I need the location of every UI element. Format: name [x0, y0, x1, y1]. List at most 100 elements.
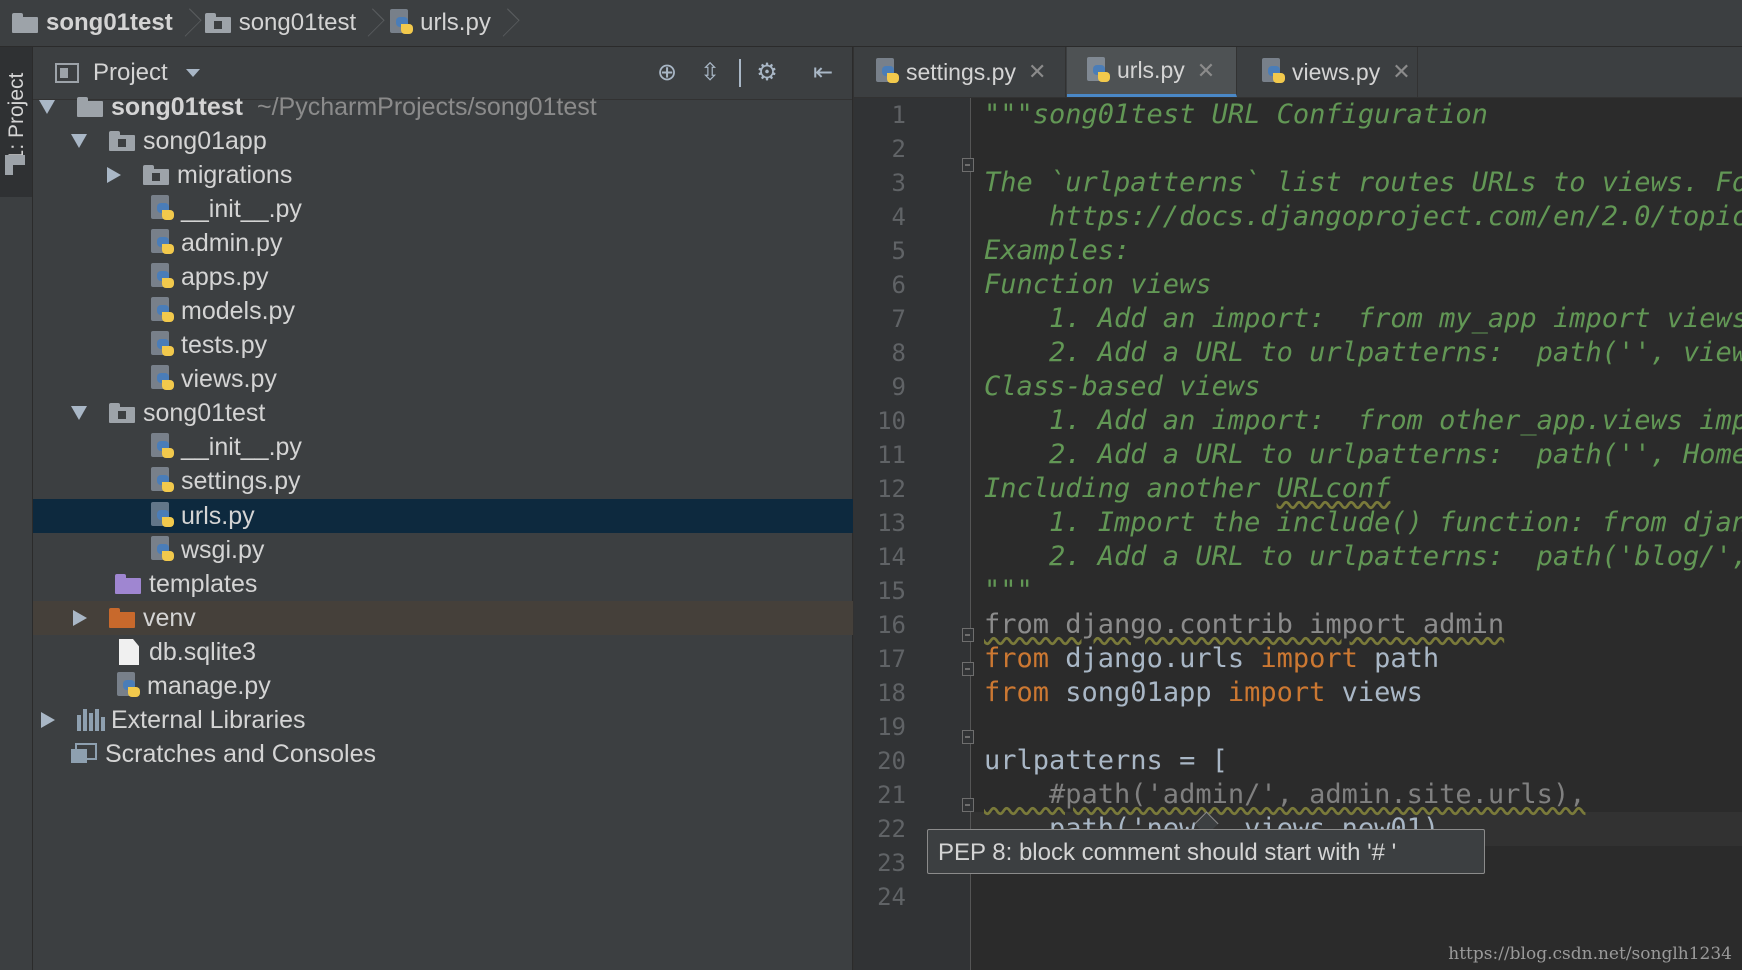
tree-item-project-root[interactable]: song01test ~/PycharmProjects/song01test — [33, 90, 858, 124]
code-line[interactable]: """ — [984, 574, 1033, 608]
python-file-icon — [149, 229, 175, 257]
tab-settings-py[interactable]: settings.py ✕ — [854, 47, 1066, 97]
tree-item-label: views.py — [181, 364, 277, 393]
tree-item-file[interactable]: db.sqlite3 — [33, 635, 938, 669]
tree-item-templates[interactable]: templates — [33, 567, 934, 601]
line-number: 16 — [877, 611, 906, 639]
line-number: 21 — [877, 781, 906, 809]
breadcrumb-item-project[interactable]: song01test — [0, 0, 193, 46]
tree-item-scratches[interactable]: Scratches and Consoles — [33, 737, 890, 771]
python-file-icon — [149, 331, 175, 359]
code-line[interactable]: Including another URLconf — [984, 472, 1390, 506]
code-keyword: from — [984, 677, 1050, 708]
code-text: views — [1325, 677, 1423, 708]
code-line[interactable]: https://docs.djangoproject.com/en/2.0/to… — [984, 200, 1742, 234]
code-line[interactable]: urlpatterns = [ — [984, 744, 1228, 778]
tree-item-label: tests.py — [181, 330, 268, 359]
tab-views-py[interactable]: views.py ✕ — [1238, 47, 1418, 97]
code-line[interactable]: from django.urls import path — [984, 642, 1439, 676]
fold-marker-icon[interactable] — [962, 798, 974, 812]
tree-item-file[interactable]: apps.py — [33, 260, 968, 294]
code-line[interactable]: """song01test URL Configuration — [984, 98, 1488, 132]
code-line[interactable]: from django.contrib import admin — [984, 608, 1504, 642]
tree-item-label: migrations — [177, 160, 293, 189]
line-number: 4 — [891, 203, 906, 231]
breadcrumb-item-file[interactable]: urls.py — [376, 0, 511, 46]
close-icon[interactable]: ✕ — [1392, 59, 1410, 85]
navigation-breadcrumb: song01test song01test urls.py — [0, 0, 1742, 47]
tree-item-file[interactable]: __init__.py — [33, 430, 968, 464]
tree-item-venv[interactable]: venv — [33, 601, 890, 635]
line-number: 7 — [891, 305, 906, 333]
tree-item-label: db.sqlite3 — [149, 637, 257, 666]
breadcrumb-label: urls.py — [420, 9, 491, 36]
tree-item-label: manage.py — [147, 671, 271, 700]
tree-item-label: wsgi.py — [181, 535, 265, 564]
project-view-label[interactable]: Project — [93, 59, 168, 87]
line-number: 15 — [877, 577, 906, 605]
tree-item-song01test-package[interactable]: song01test — [33, 396, 890, 430]
tree-item-song01app[interactable]: song01app — [33, 124, 890, 158]
tree-item-file[interactable]: settings.py — [33, 464, 968, 498]
inspection-tooltip: PEP 8: block comment should start with '… — [927, 829, 1485, 874]
tree-item-migrations[interactable]: migrations — [33, 158, 924, 192]
python-file-icon — [874, 58, 900, 86]
tree-item-label: models.py — [181, 296, 295, 325]
code-line[interactable]: 1. Add an import: from my_app import vie… — [984, 302, 1742, 336]
breadcrumb-label: song01test — [238, 9, 357, 36]
code-line[interactable]: 2. Add a URL to urlpatterns: path('blog/… — [984, 540, 1742, 574]
code-line[interactable]: Examples: — [984, 234, 1130, 268]
line-number: 24 — [877, 883, 906, 911]
fold-marker-icon[interactable] — [962, 628, 974, 642]
code-line[interactable]: #path('admin/', admin.site.urls), — [984, 778, 1585, 812]
tree-item-label: urls.py — [181, 501, 255, 530]
tree-item-file[interactable]: __init__.py — [33, 192, 968, 226]
chevron-right-icon — [501, 8, 511, 38]
fold-marker-icon[interactable] — [962, 158, 974, 172]
tree-item-file-selected[interactable]: urls.py — [33, 499, 968, 533]
collapse-arrow-icon[interactable] — [73, 610, 87, 626]
tree-item-label: settings.py — [181, 466, 301, 495]
tree-item-file[interactable]: manage.py — [33, 669, 934, 703]
tree-item-file[interactable]: admin.py — [33, 226, 968, 260]
line-number: 14 — [877, 543, 906, 571]
gear-icon[interactable]: ⚙ — [753, 59, 781, 87]
collapse-arrow-icon[interactable] — [41, 712, 55, 728]
tree-item-file[interactable]: tests.py — [33, 328, 968, 362]
code-line[interactable]: 1. Import the include() function: from d… — [984, 506, 1742, 540]
chevron-down-icon[interactable] — [185, 69, 200, 77]
tab-urls-py[interactable]: urls.py ✕ — [1067, 47, 1237, 97]
hide-panel-icon[interactable]: ⇤ — [809, 59, 837, 87]
code-line[interactable]: Function views — [984, 268, 1212, 302]
collapse-arrow-icon[interactable] — [107, 167, 121, 183]
tree-item-file[interactable]: wsgi.py — [33, 533, 968, 567]
code-line[interactable]: The `urlpatterns` list routes URLs to vi… — [984, 166, 1742, 200]
tree-item-external-libraries[interactable]: External Libraries — [33, 703, 858, 737]
code-line[interactable]: 2. Add a URL to urlpatterns: path('', vi… — [984, 336, 1742, 370]
tree-item-label: song01test — [143, 398, 266, 427]
expand-arrow-icon[interactable] — [71, 134, 87, 148]
code-line[interactable]: Class-based views — [984, 370, 1260, 404]
close-icon[interactable]: ✕ — [1028, 59, 1046, 85]
fold-marker-icon[interactable] — [962, 662, 974, 676]
breadcrumb-item-package[interactable]: song01test — [193, 0, 376, 46]
fold-marker-icon[interactable] — [962, 730, 974, 744]
collapse-all-icon[interactable]: ⇳ — [696, 59, 724, 87]
project-tool-window-button[interactable]: 1: Project — [0, 47, 32, 197]
code-line[interactable]: 2. Add a URL to urlpatterns: path('', Ho… — [984, 438, 1742, 472]
crosshair-icon[interactable]: ⊕ — [653, 59, 681, 87]
tree-item-file[interactable]: models.py — [33, 294, 968, 328]
code-line[interactable]: 1. Add an import: from other_app.views i… — [984, 404, 1742, 438]
line-number: 6 — [891, 271, 906, 299]
tree-item-label: templates — [149, 569, 258, 598]
tree-item-file[interactable]: views.py — [33, 362, 968, 396]
expand-arrow-icon[interactable] — [39, 100, 55, 114]
python-file-icon — [149, 195, 175, 223]
expand-arrow-icon[interactable] — [71, 406, 87, 420]
python-file-icon — [149, 467, 175, 495]
code-line[interactable]: from song01app import views — [984, 676, 1423, 710]
close-icon[interactable]: ✕ — [1197, 58, 1215, 84]
tree-item-label: External Libraries — [111, 705, 306, 734]
code-text-unused-import: from django.contrib import admin — [984, 609, 1505, 640]
watermark-text: https://blog.csdn.net/songlh1234 — [1448, 944, 1732, 964]
